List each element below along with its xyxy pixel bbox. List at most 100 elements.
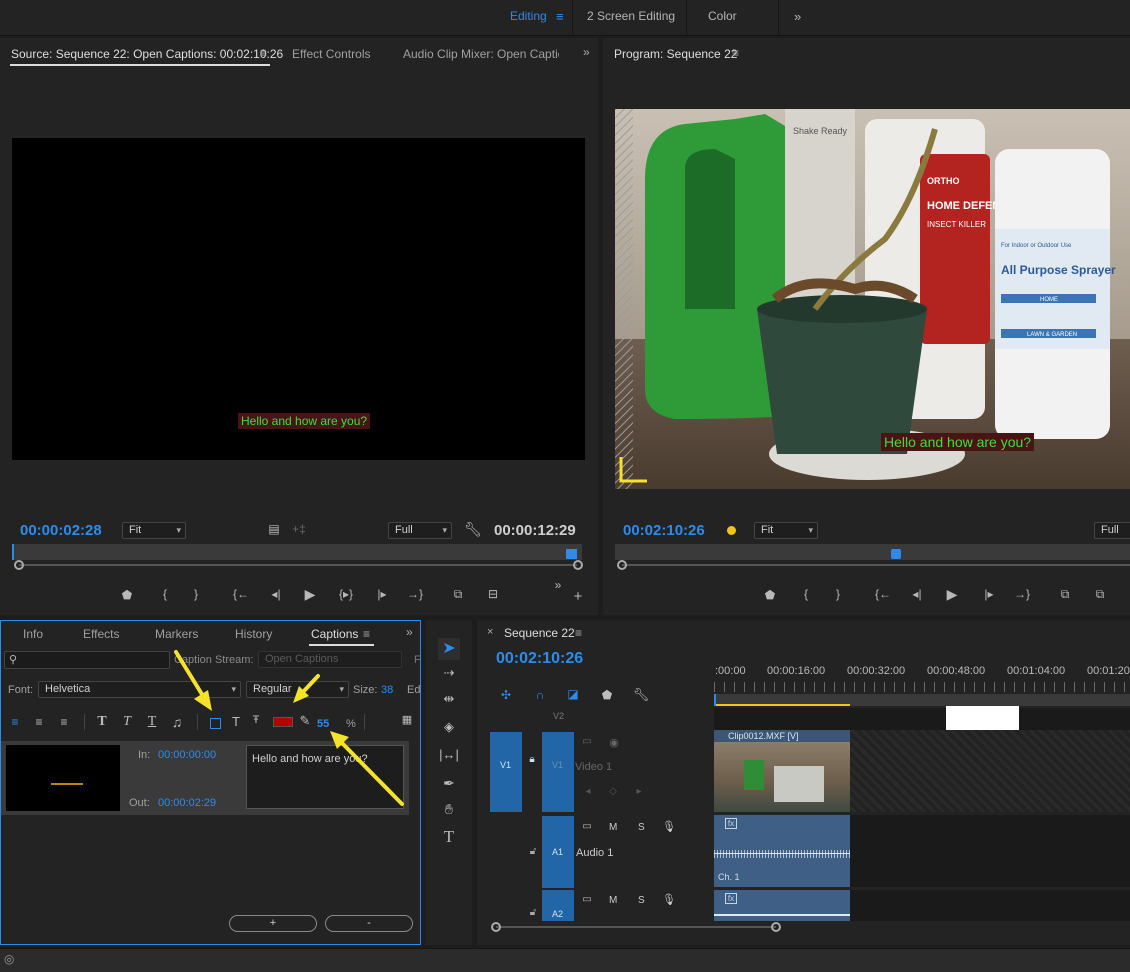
add-marker-icon[interactable]: ⬟: [598, 688, 616, 702]
align-center-icon[interactable]: ≡: [31, 715, 47, 729]
font-style-dropdown[interactable]: Regular ▾: [246, 681, 349, 698]
mark-in-icon[interactable]: {: [796, 587, 816, 601]
caption-row[interactable]: In: 00:00:00:00 Out: 00:00:02:29 Hello a…: [1, 741, 409, 815]
add-marker-icon[interactable]: ⬟: [117, 588, 137, 602]
size-value[interactable]: 38: [381, 684, 393, 696]
add-caption-button[interactable]: +: [229, 915, 317, 932]
mark-out-icon[interactable]: }: [186, 587, 206, 601]
zoom-handle-left[interactable]: [617, 560, 627, 570]
status-icon[interactable]: ◎: [4, 952, 14, 966]
timeline-ruler-ticks[interactable]: [714, 682, 1130, 692]
source-playhead[interactable]: [12, 544, 14, 560]
panel-menu-icon[interactable]: ≡: [575, 626, 582, 640]
button-editor-plus-icon[interactable]: +: [568, 588, 588, 605]
lock-icon[interactable]: 🔒︎: [526, 754, 538, 765]
extract-icon[interactable]: ⧉: [1090, 587, 1110, 602]
source-out-marker[interactable]: [566, 549, 577, 559]
track-v2-lane[interactable]: [714, 708, 1130, 730]
tab-info[interactable]: Info: [23, 627, 43, 641]
keyframe-icon[interactable]: ◇: [607, 786, 619, 797]
slip-tool-icon[interactable]: |↔|: [438, 747, 460, 762]
in-timecode[interactable]: 00:00:00:00: [158, 749, 216, 761]
program-fit-dropdown[interactable]: Fit ▾: [754, 522, 818, 539]
close-icon[interactable]: ×: [487, 626, 493, 638]
lock-open-icon[interactable]: 🔓︎: [527, 846, 539, 857]
mute-a1-button[interactable]: M: [609, 822, 617, 833]
microphone-icon[interactable]: 🎙︎: [662, 893, 676, 906]
mark-in-icon[interactable]: {: [155, 587, 175, 601]
bold-icon[interactable]: T: [94, 714, 110, 730]
hand-tool-icon[interactable]: ✋︎: [438, 801, 460, 818]
audio-clip-a2[interactable]: fx: [714, 890, 850, 921]
audio-clip[interactable]: fx Ch. 1: [714, 815, 850, 887]
remove-caption-button[interactable]: -: [325, 915, 413, 932]
track-target-v1[interactable]: V1: [542, 732, 574, 812]
go-to-out-icon[interactable]: →}: [405, 587, 425, 601]
panel-overflow-icon[interactable]: »: [406, 625, 413, 639]
pen-tool-icon[interactable]: ✒: [438, 775, 460, 792]
go-to-in-icon[interactable]: {←: [231, 587, 251, 601]
nest-icon[interactable]: ✣: [497, 688, 515, 702]
align-right-icon[interactable]: ≡: [56, 715, 72, 729]
tab-history[interactable]: History: [235, 627, 272, 641]
program-time-ruler[interactable]: [615, 544, 1130, 560]
program-zoom-bar[interactable]: [622, 564, 1130, 566]
go-to-in-icon[interactable]: {←: [873, 587, 893, 601]
film-icon[interactable]: ▤: [266, 522, 282, 536]
insert-icon[interactable]: ⧉: [448, 587, 468, 602]
tab-captions[interactable]: Captions: [311, 627, 358, 641]
play-icon[interactable]: ▶: [942, 586, 962, 603]
timeline-playhead[interactable]: [714, 694, 716, 706]
align-left-icon[interactable]: ≡: [7, 715, 23, 729]
italic-icon[interactable]: T: [119, 714, 135, 730]
track-target-v2[interactable]: V2: [553, 711, 564, 721]
program-playhead-timecode[interactable]: 00:02:10:26: [623, 522, 705, 539]
microphone-icon[interactable]: 🎙︎: [662, 820, 676, 833]
wrench-icon[interactable]: 🔧︎: [632, 687, 650, 703]
source-resolution-dropdown[interactable]: Full ▾: [388, 522, 452, 539]
lift-icon[interactable]: ⧉: [1055, 587, 1075, 602]
caption-search-input[interactable]: ⚲: [4, 651, 170, 669]
caption-text-field[interactable]: Hello and how are you?: [246, 745, 404, 809]
underline-icon[interactable]: T: [144, 714, 160, 730]
toggle-sync-lock-icon[interactable]: ▭: [580, 736, 594, 747]
opacity-value[interactable]: 55: [317, 718, 329, 730]
track-target-a2[interactable]: A2: [542, 890, 574, 921]
lock-open-icon[interactable]: 🔓︎: [527, 907, 539, 918]
toggle-sync-lock-icon[interactable]: ▭: [580, 894, 594, 905]
eye-icon[interactable]: ◉: [607, 736, 621, 749]
workspace-color-tab[interactable]: Color: [708, 0, 737, 36]
play-icon[interactable]: ▶: [300, 586, 320, 603]
step-forward-icon[interactable]: |▸: [979, 587, 999, 601]
workspace-menu-icon[interactable]: ≡: [556, 0, 564, 36]
video-clip[interactable]: Clip0012.MXF [V]: [714, 730, 850, 812]
eyedropper-icon[interactable]: ✎: [297, 713, 313, 729]
ripple-edit-tool-icon[interactable]: ⇹: [438, 691, 460, 707]
tab-effect-controls[interactable]: Effect Controls: [292, 47, 370, 61]
mute-a2-button[interactable]: M: [609, 895, 617, 906]
panel-menu-icon[interactable]: ≡: [260, 46, 267, 60]
tab-audio-clip-mixer[interactable]: Audio Clip Mixer: Open Captions: [403, 47, 559, 61]
play-in-to-out-icon[interactable]: {▸}: [336, 587, 356, 601]
workspace-2screen-tab[interactable]: 2 Screen Editing: [587, 0, 675, 36]
tab-markers[interactable]: Markers: [155, 627, 198, 641]
toggle-sync-lock-icon[interactable]: ▭: [580, 821, 594, 832]
program-resolution-dropdown[interactable]: Full: [1094, 522, 1130, 539]
tab-effects[interactable]: Effects: [83, 627, 119, 641]
background-box-icon[interactable]: [210, 718, 221, 729]
panel-overflow-icon[interactable]: »: [583, 45, 590, 59]
out-timecode[interactable]: 00:00:02:29: [158, 797, 216, 809]
solo-a2-button[interactable]: S: [638, 895, 645, 906]
timeline-playhead-timecode[interactable]: 00:02:10:26: [496, 650, 583, 668]
timeline-zoom-bar[interactable]: [496, 926, 776, 928]
step-back-icon[interactable]: ◂|: [907, 587, 927, 601]
zoom-handle-left[interactable]: [491, 922, 501, 932]
track-target-a1[interactable]: A1: [542, 816, 574, 888]
selection-tool-icon[interactable]: ➤: [438, 638, 460, 660]
tab-source[interactable]: Source: Sequence 22: Open Captions: 00:0…: [11, 47, 283, 61]
type-tool-icon[interactable]: T: [438, 827, 460, 847]
solo-a1-button[interactable]: S: [638, 822, 645, 833]
razor-tool-icon[interactable]: ◈: [438, 719, 460, 735]
zoom-handle-right[interactable]: [771, 922, 781, 932]
tab-sequence[interactable]: Sequence 22: [504, 626, 575, 640]
